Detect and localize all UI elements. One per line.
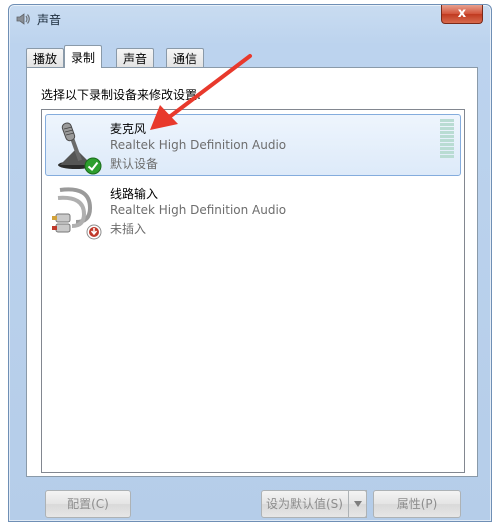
title-bar[interactable]: 声音 x (9, 5, 491, 33)
properties-button[interactable]: 属性(P) (373, 490, 461, 518)
unplugged-icon (86, 224, 102, 240)
speaker-icon (16, 13, 30, 25)
instruction-text: 选择以下录制设备来修改设置: (41, 88, 202, 102)
tab-playback[interactable]: 播放 (26, 48, 65, 67)
device-status: 未插入 (110, 222, 147, 236)
chevron-down-icon (353, 500, 362, 507)
device-driver: Realtek High Definition Audio (110, 203, 287, 217)
device-status: 默认设备 (110, 157, 159, 171)
device-name: 麦克风 (110, 122, 147, 136)
device-item-line-in[interactable]: 线路输入 Realtek High Definition Audio 未插入 (45, 179, 461, 241)
tab-recording[interactable]: 录制 (64, 45, 103, 68)
device-item-microphone[interactable]: 麦克风 Realtek High Definition Audio 默认设备 (45, 114, 461, 176)
close-button[interactable]: x (441, 5, 483, 24)
device-list[interactable]: 麦克风 Realtek High Definition Audio 默认设备 线… (41, 109, 465, 473)
device-driver: Realtek High Definition Audio (110, 138, 287, 152)
device-name: 线路输入 (110, 187, 159, 201)
default-check-icon (84, 157, 102, 175)
level-meter (440, 119, 454, 161)
set-default-dropdown[interactable] (348, 490, 367, 518)
tab-communications[interactable]: 通信 (166, 48, 205, 67)
configure-button[interactable]: 配置(C) (45, 490, 131, 518)
tab-sounds[interactable]: 声音 (116, 48, 155, 67)
recording-panel: 选择以下录制设备来修改设置: 麦克风 Realtek High Definiti… (26, 67, 478, 477)
close-icon: x (457, 6, 467, 21)
window-title: 声音 (37, 13, 62, 27)
sound-dialog-window: 声音 x 播放 录制 声音 通信 选择以下录制设备来修改设置: 麦克风 Real… (8, 4, 492, 522)
